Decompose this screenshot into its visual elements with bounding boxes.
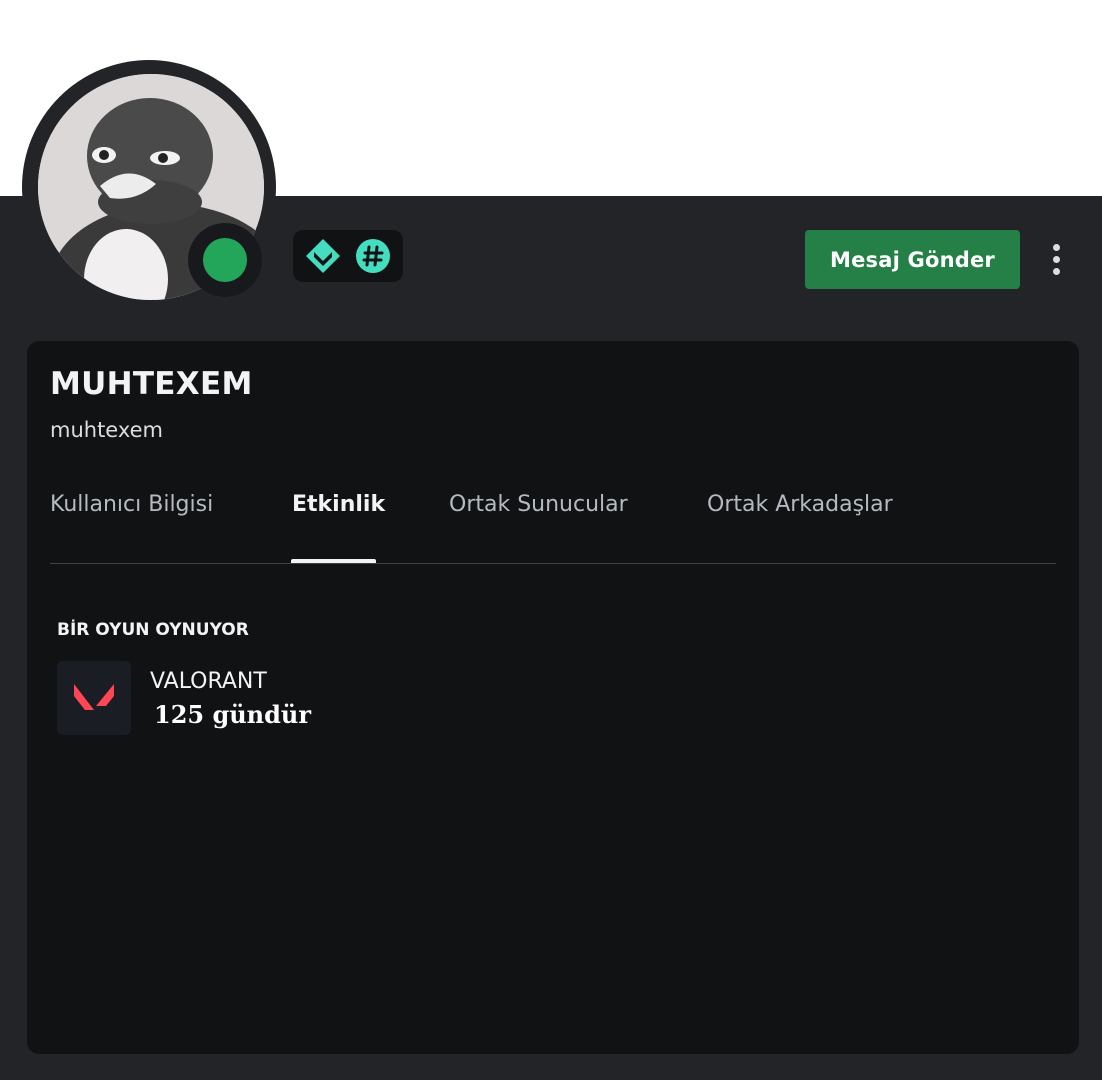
tab-mutual-friends[interactable]: Ortak Arkadaşlar xyxy=(707,492,893,517)
activity-section-title: BİR OYUN OYNUYOR xyxy=(57,620,249,640)
tabs-divider xyxy=(50,563,1056,564)
send-message-button[interactable]: Mesaj Gönder xyxy=(805,230,1020,289)
tab-user-info[interactable]: Kullanıcı Bilgisi xyxy=(50,492,213,517)
more-dot xyxy=(1052,267,1060,275)
profile-tabs: Kullanıcı Bilgisi Etkinlik Ortak Sunucul… xyxy=(50,490,1056,564)
tab-activity[interactable]: Etkinlik xyxy=(292,492,385,517)
game-name: VALORANT xyxy=(150,669,267,694)
valorant-logo-icon xyxy=(57,661,131,735)
online-status-icon xyxy=(203,238,247,282)
more-dot xyxy=(1052,243,1060,251)
display-name: MUHTEXEM xyxy=(50,366,253,402)
username: muhtexem xyxy=(50,418,164,442)
tab-mutual-servers[interactable]: Ortak Sunucular xyxy=(449,492,628,517)
profile-details-card xyxy=(27,341,1079,1054)
more-dot xyxy=(1052,255,1060,263)
more-vertical-icon[interactable] xyxy=(1040,238,1072,280)
game-duration: 125 gündür xyxy=(154,700,312,729)
hypesquad-balance-icon[interactable] xyxy=(304,237,342,275)
hashtag-badge-icon[interactable] xyxy=(354,237,392,275)
badge-list xyxy=(293,230,403,282)
